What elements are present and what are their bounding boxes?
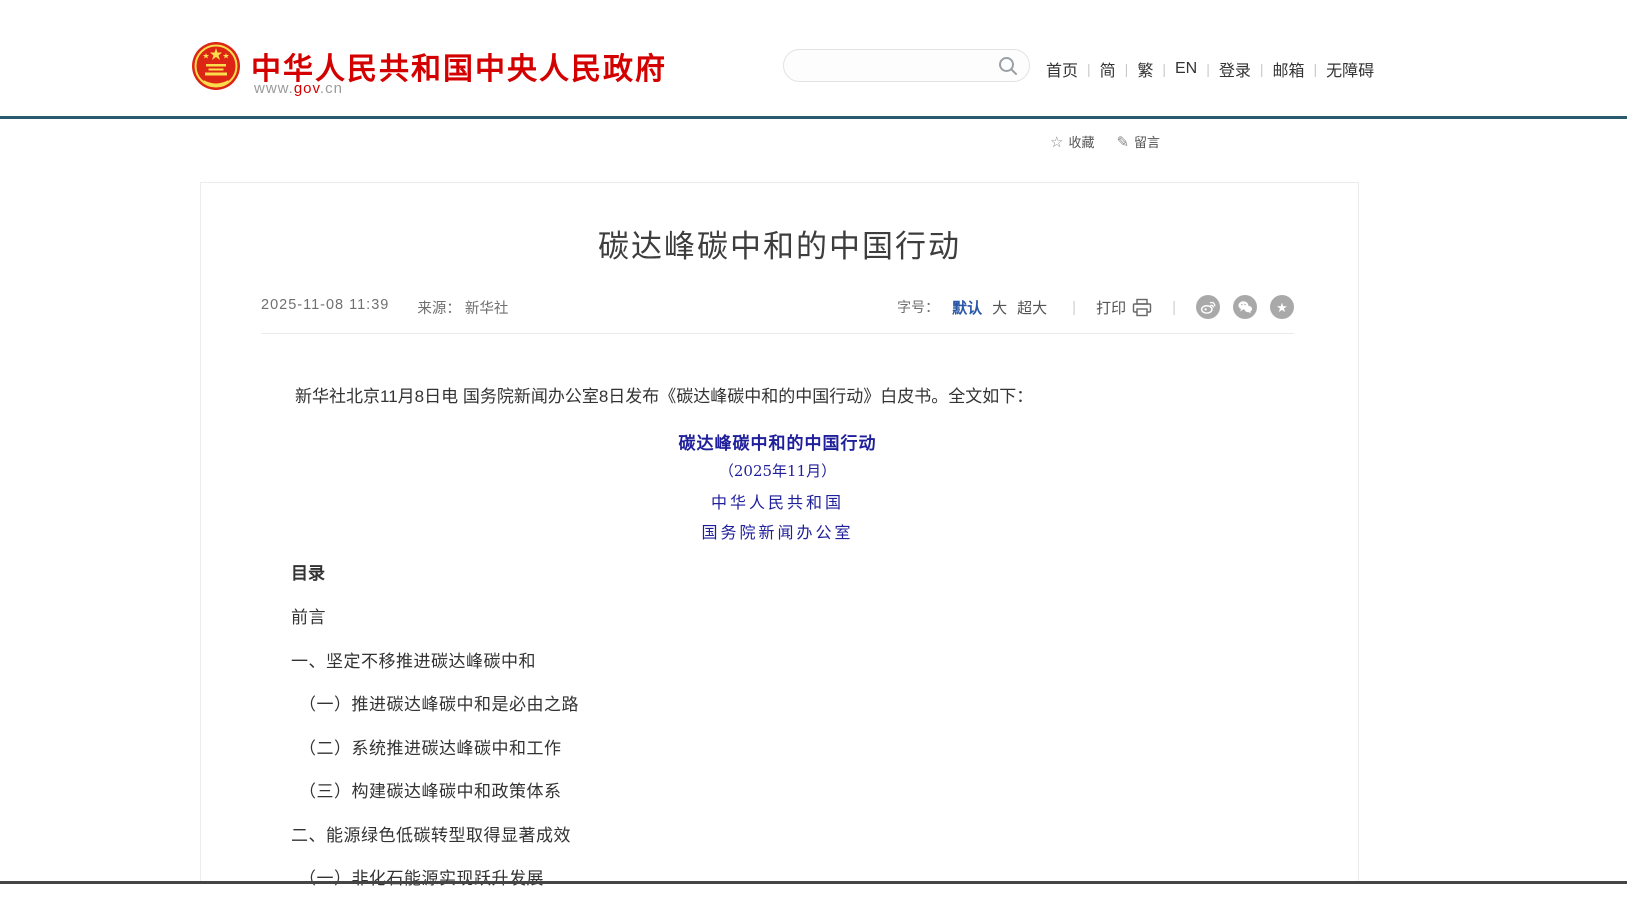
favorite-label: 收藏 xyxy=(1068,132,1094,151)
source-value: 新华社 xyxy=(465,301,509,317)
message-button[interactable]: ✎ 留言 xyxy=(1116,132,1160,151)
article-meta-row: 2025-11-08 11:39 来源： 新华社 字号： 默认 大 超大 | 打… xyxy=(261,293,1294,321)
print-label: 打印 xyxy=(1096,297,1126,318)
lead-paragraph: 新华社北京11月8日电 国务院新闻办公室8日发布《碳达峰碳中和的中国行动》白皮书… xyxy=(261,383,1294,412)
toc-item-1: 一、坚定不移推进碳达峰碳中和 xyxy=(291,647,536,672)
nav-separator: | xyxy=(1162,61,1166,77)
print-button[interactable]: 打印 xyxy=(1096,297,1152,318)
toc-item-2-1: （一）非化石能源实现跃升发展 xyxy=(299,864,544,889)
font-size-default[interactable]: 默认 xyxy=(952,297,982,318)
article-title: 碳达峰碳中和的中国行动 xyxy=(201,221,1358,266)
font-size-large[interactable]: 大 xyxy=(992,297,1007,318)
share-qzone-icon[interactable]: ★ xyxy=(1270,295,1294,319)
search-box[interactable] xyxy=(783,49,1030,82)
font-size-label: 字号： xyxy=(897,297,939,317)
favorite-button[interactable]: ☆ 收藏 xyxy=(1050,132,1094,151)
meta-divider xyxy=(261,333,1294,334)
search-input[interactable] xyxy=(784,58,997,74)
site-url-cn: .cn xyxy=(320,80,343,97)
nav-accessibility[interactable]: 无障碍 xyxy=(1326,57,1374,81)
article-meta-left: 2025-11-08 11:39 来源： 新华社 xyxy=(261,297,508,318)
pencil-icon: ✎ xyxy=(1116,133,1129,151)
doc-org-line1: 中华人民共和国 xyxy=(261,489,1294,513)
site-url-gov: gov xyxy=(294,80,320,97)
nav-traditional[interactable]: 繁 xyxy=(1137,57,1153,81)
publish-date: 2025-11-08 11:39 xyxy=(261,297,389,318)
toc-item-preface: 前言 xyxy=(291,603,326,628)
toc-item-1-2: （二）系统推进碳达峰碳中和工作 xyxy=(299,734,562,759)
font-size-xlarge[interactable]: 超大 xyxy=(1017,297,1047,318)
divider: | xyxy=(1072,299,1076,316)
nav-mail[interactable]: 邮箱 xyxy=(1273,57,1305,81)
article-card: 碳达峰碳中和的中国行动 2025-11-08 11:39 来源： 新华社 字号：… xyxy=(200,182,1359,882)
share-group: ★ xyxy=(1196,295,1294,319)
site-header: 中华人民共和国中央人民政府 www.gov.cn 首页| 简| 繁| EN| 登… xyxy=(0,0,1627,119)
nav-separator: | xyxy=(1260,61,1264,77)
nav-separator: | xyxy=(1087,61,1091,77)
nav-separator: | xyxy=(1314,61,1318,77)
share-wechat-icon[interactable] xyxy=(1233,295,1257,319)
nav-simplified[interactable]: 简 xyxy=(1100,57,1116,81)
source-label: 来源： xyxy=(417,301,461,317)
doc-date: （2025年11月） xyxy=(261,460,1294,481)
site-url: www.gov.cn xyxy=(254,80,343,97)
source-wrap: 来源： 新华社 xyxy=(417,297,508,318)
toc-heading: 目录 xyxy=(291,559,325,584)
national-emblem-logo xyxy=(191,40,241,94)
doc-title: 碳达峰碳中和的中国行动 xyxy=(261,429,1294,454)
nav-separator: | xyxy=(1206,61,1210,77)
site-url-www: www. xyxy=(254,80,294,97)
article-meta-right: 字号： 默认 大 超大 | 打印 | xyxy=(897,295,1294,319)
toc-item-1-3: （三）构建碳达峰碳中和政策体系 xyxy=(299,777,562,802)
doc-org-line2: 国务院新闻办公室 xyxy=(261,519,1294,543)
divider: | xyxy=(1172,299,1176,316)
nav-separator: | xyxy=(1125,61,1129,77)
nav-home[interactable]: 首页 xyxy=(1046,57,1078,81)
toc-item-2: 二、能源绿色低碳转型取得显著成效 xyxy=(291,821,571,846)
nav-login[interactable]: 登录 xyxy=(1219,57,1251,81)
message-label: 留言 xyxy=(1134,132,1160,151)
top-nav: 首页 | 简 | 繁 | EN | 登录 | 邮箱 | 无障碍 xyxy=(1046,57,1374,81)
bottom-rule xyxy=(0,881,1627,884)
share-weibo-icon[interactable] xyxy=(1196,295,1220,319)
star-outline-icon: ☆ xyxy=(1050,133,1063,151)
star-icon: ★ xyxy=(1276,301,1288,314)
printer-icon xyxy=(1132,298,1152,317)
search-icon[interactable] xyxy=(997,55,1019,77)
nav-english[interactable]: EN xyxy=(1175,60,1197,78)
page-action-bar: ☆ 收藏 ✎ 留言 xyxy=(1050,132,1160,151)
toc-item-1-1: （一）推进碳达峰碳中和是必由之路 xyxy=(299,690,579,715)
